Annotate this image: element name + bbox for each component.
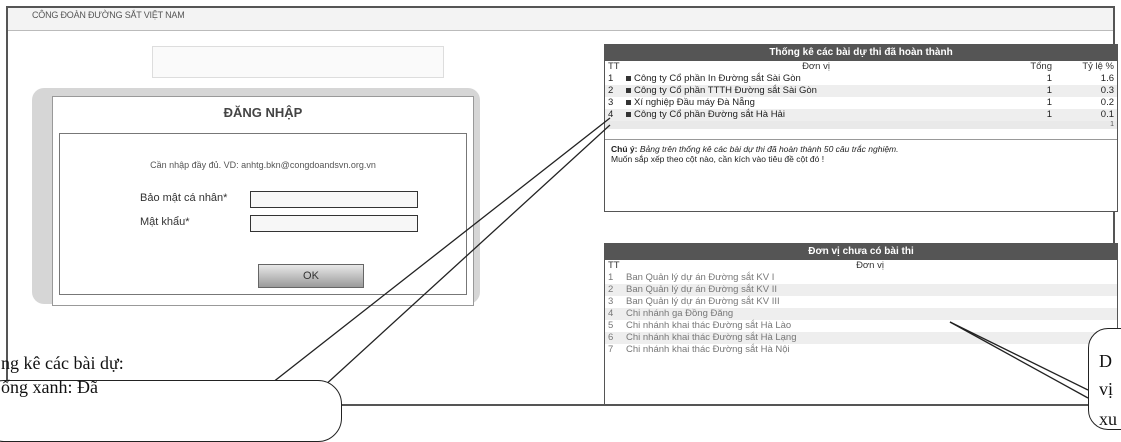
callout-text-4: vị xyxy=(1099,379,1114,399)
callout-text-5: xu xyxy=(1099,409,1117,429)
callout-text-2: ống xanh: Đã xyxy=(1,377,98,397)
left-callout: ng kê các bài dự: ống xanh: Đã xyxy=(0,353,342,442)
callout-text-1: ng kê các bài dự: xyxy=(1,353,124,373)
callout-text-3: D xyxy=(1099,351,1112,371)
callout-pointers xyxy=(239,117,1089,408)
right-callout: D vị xu xyxy=(1088,328,1121,430)
